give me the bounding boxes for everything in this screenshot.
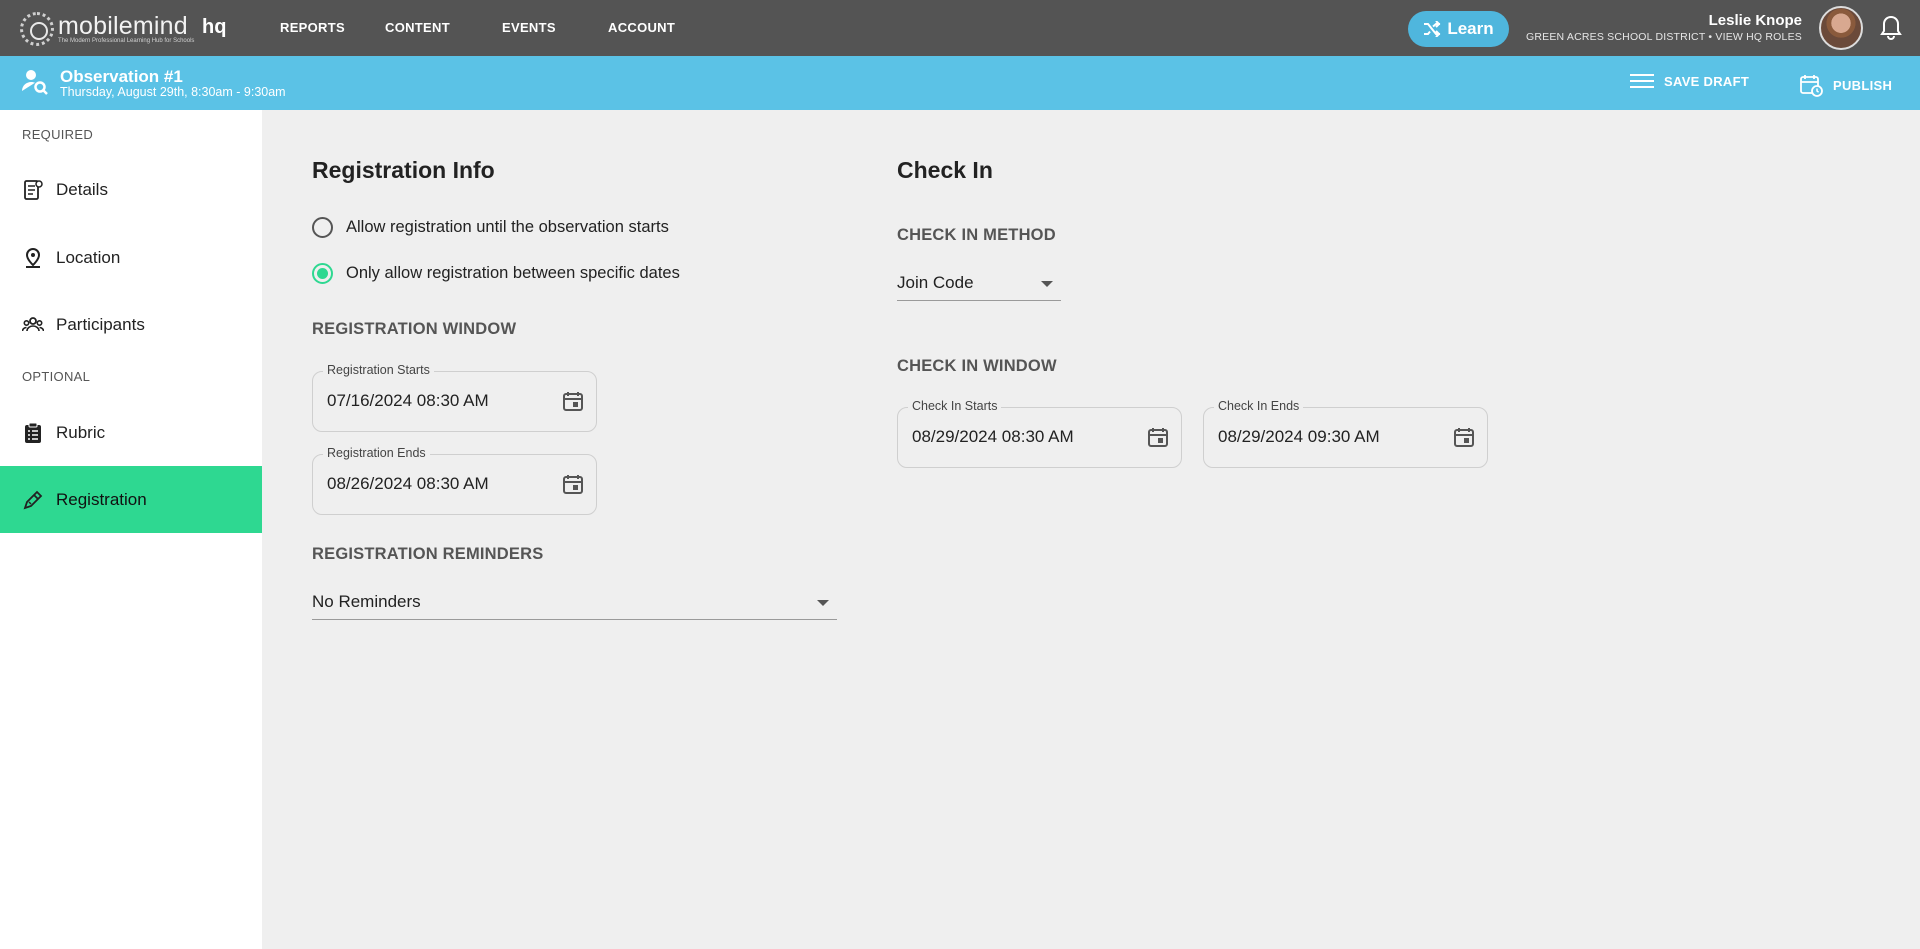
radio-button-selected[interactable] (312, 263, 333, 284)
sidebar: REQUIRED Details Location Participants O… (0, 110, 262, 949)
pen-icon (22, 489, 44, 511)
sidebar-item-rubric[interactable]: Rubric (0, 399, 262, 466)
required-section-label: REQUIRED (22, 127, 94, 142)
check-in-method-heading: CHECK IN METHOD (897, 226, 1056, 244)
sidebar-item-label: Location (56, 247, 121, 267)
mobilemind-logo[interactable]: mobilemind The Modern Professional Learn… (20, 12, 194, 46)
lines-icon (1630, 74, 1654, 88)
logo-tagline: The Modern Professional Learning Hub for… (58, 37, 195, 44)
sidebar-item-registration[interactable]: Registration (0, 466, 262, 533)
avatar[interactable] (1819, 6, 1863, 50)
field-label: Registration Starts (323, 363, 434, 377)
reminders-select[interactable]: No Reminders (312, 584, 837, 620)
sidebar-item-label: Registration (56, 489, 147, 509)
select-value: No Reminders (312, 592, 421, 611)
calendar-icon[interactable] (562, 473, 584, 495)
radio-label: Only allow registration between specific… (346, 264, 680, 282)
calendar-icon[interactable] (1147, 426, 1169, 448)
field-value[interactable]: 07/16/2024 08:30 AM (327, 391, 489, 411)
sidebar-item-details[interactable]: Details (0, 156, 262, 223)
dropdown-arrow-icon[interactable] (817, 600, 829, 606)
check-in-starts-field[interactable]: Check In Starts 08/29/2024 08:30 AM (897, 399, 1182, 468)
dropdown-arrow-icon[interactable] (1041, 281, 1053, 287)
registration-info-heading: Registration Info (312, 157, 495, 183)
save-draft-button[interactable]: SAVE DRAFT (1630, 73, 1749, 89)
check-in-ends-field[interactable]: Check In Ends 08/29/2024 09:30 AM (1203, 399, 1488, 468)
field-label: Check In Starts (908, 399, 1002, 413)
registration-reminders-heading: REGISTRATION REMINDERS (312, 545, 544, 563)
observation-datetime: Thursday, August 29th, 8:30am - 9:30am (60, 85, 286, 99)
check-in-heading: Check In (897, 157, 993, 183)
shuffle-icon (1424, 21, 1441, 37)
user-name[interactable]: Leslie Knope (1709, 12, 1802, 29)
sidebar-item-participants[interactable]: Participants (0, 291, 262, 358)
learn-button[interactable]: Learn (1408, 11, 1509, 47)
logo-word: mobilemind (58, 11, 188, 40)
location-pin-icon (22, 247, 44, 269)
optional-section-label: OPTIONAL (22, 369, 91, 384)
publish-button[interactable]: PUBLISH (1799, 73, 1892, 97)
hq-label: hq (202, 16, 227, 38)
field-label: Check In Ends (1214, 399, 1304, 413)
field-label: Registration Ends (323, 446, 430, 460)
nav-events[interactable]: EVENTS (502, 20, 556, 35)
user-district[interactable]: GREEN ACRES SCHOOL DISTRICT • VIEW HQ RO… (1526, 31, 1802, 43)
save-draft-label: SAVE DRAFT (1664, 73, 1750, 89)
logo-icon (20, 12, 54, 46)
check-in-window-heading: CHECK IN WINDOW (897, 357, 1057, 375)
select-value: Join Code (897, 273, 974, 292)
people-icon (22, 314, 44, 336)
sidebar-item-label: Participants (56, 314, 145, 334)
sidebar-item-location[interactable]: Location (0, 224, 262, 291)
person-search-icon (22, 70, 48, 95)
nav-reports[interactable]: REPORTS (280, 20, 345, 35)
learn-label: Learn (1447, 19, 1494, 38)
field-value[interactable]: 08/29/2024 09:30 AM (1218, 427, 1380, 447)
publish-label: PUBLISH (1833, 77, 1893, 93)
nav-content[interactable]: CONTENT (385, 20, 450, 35)
radio-button[interactable] (312, 217, 333, 238)
field-value[interactable]: 08/29/2024 08:30 AM (912, 427, 1074, 447)
document-icon (22, 179, 44, 201)
bell-icon[interactable] (1880, 15, 1902, 41)
radio-option-until-start[interactable]: Allow registration until the observation… (312, 217, 669, 238)
calendar-icon[interactable] (1453, 426, 1475, 448)
sidebar-item-label: Rubric (56, 422, 106, 442)
check-in-method-select[interactable]: Join Code (897, 265, 1061, 301)
clipboard-icon (22, 422, 44, 444)
observation-header: Observation #1 Thursday, August 29th, 8:… (0, 56, 1920, 110)
nav-account[interactable]: ACCOUNT (608, 20, 675, 35)
registration-starts-field[interactable]: Registration Starts 07/16/2024 08:30 AM (312, 363, 597, 432)
calendar-icon[interactable] (562, 390, 584, 412)
top-nav: mobilemind The Modern Professional Learn… (0, 0, 1920, 56)
radio-option-specific-dates[interactable]: Only allow registration between specific… (312, 263, 680, 284)
field-value[interactable]: 08/26/2024 08:30 AM (327, 474, 489, 494)
observation-title: Observation #1 (60, 67, 183, 86)
radio-label: Allow registration until the observation… (346, 218, 669, 236)
registration-ends-field[interactable]: Registration Ends 08/26/2024 08:30 AM (312, 446, 597, 515)
sidebar-item-label: Details (56, 179, 108, 199)
registration-window-heading: REGISTRATION WINDOW (312, 320, 517, 338)
calendar-clock-icon (1800, 75, 1823, 97)
